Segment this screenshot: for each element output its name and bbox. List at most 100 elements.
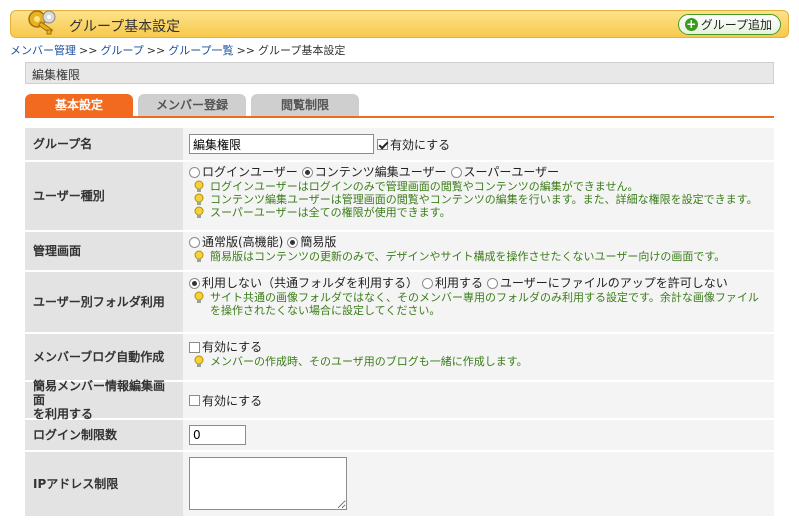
breadcrumb: メンバー管理 >> グループ >> グループ一覧 >> グループ基本設定 xyxy=(10,42,345,58)
simple-member-edit-checkbox[interactable] xyxy=(189,394,200,406)
breadcrumb-separator: >> xyxy=(236,44,255,57)
option-label: スーパーユーザー xyxy=(463,165,560,179)
hint-text: 簡易版はコンテンツの更新のみで、デザインやサイト構成を操作させたくないユーザー向… xyxy=(189,250,770,263)
settings-form: グループ名 有効にする ユーザー種別 ログインユーザー コンテンツ編集ユーザー … xyxy=(25,128,774,518)
tab-member-registration[interactable]: メンバー登録 xyxy=(138,94,246,116)
hint-text: メンバーの作成時、そのユーザ用のブログも一緒に作成します。 xyxy=(189,355,770,368)
login-limit-cell xyxy=(183,420,774,450)
group-name-label: グループ名 xyxy=(25,128,183,160)
lightbulb-icon xyxy=(194,180,204,192)
option-label: ログインユーザー xyxy=(202,165,298,179)
row-admin-screen: 管理画面 通常版(高機能) 簡易版 簡易版はコンテンツの更新のみで、デザインやサ… xyxy=(25,232,774,272)
hint-label: サイト共通の画像フォルダではなく、そのメンバー専用のフォルダのみ利用する設定です… xyxy=(210,291,759,317)
hint-label: 簡易版はコンテンツの更新のみで、デザインやサイト構成を操作させたくないユーザー向… xyxy=(210,250,726,263)
group-enable-checkbox[interactable] xyxy=(377,138,388,150)
lightbulb-icon xyxy=(194,250,204,262)
admin-option-standard[interactable]: 通常版(高機能) xyxy=(189,235,283,250)
add-group-label: グループ追加 xyxy=(700,18,772,32)
add-group-button[interactable]: + グループ追加 xyxy=(677,14,781,35)
row-ip-limit: IPアドレス制限 xyxy=(25,452,774,518)
tab-underline xyxy=(25,116,774,118)
member-blog-line: 有効にする xyxy=(189,340,770,355)
member-blog-toggle[interactable]: 有効にする xyxy=(189,340,262,355)
hint-line: を操作されたくない場合に設定してください。 xyxy=(210,304,441,317)
breadcrumb-current: グループ基本設定 xyxy=(258,44,346,57)
group-name-input[interactable] xyxy=(189,134,374,154)
row-login-limit: ログイン制限数 xyxy=(25,420,774,452)
folder-option-use[interactable]: 利用する xyxy=(422,276,483,291)
row-user-folder: ユーザー別フォルダ利用 利用しない（共通フォルダを利用する） 利用する ユーザー… xyxy=(25,272,774,334)
radio-simple[interactable] xyxy=(287,237,299,248)
admin-screen-options: 通常版(高機能) 簡易版 xyxy=(189,235,770,250)
user-type-cell: ログインユーザー コンテンツ編集ユーザー スーパーユーザー ログインユーザーはロ… xyxy=(183,162,774,230)
login-limit-label: ログイン制限数 xyxy=(25,420,183,450)
check-label: 有効にする xyxy=(202,340,263,354)
radio-content-editor[interactable] xyxy=(301,167,313,178)
tab-view-restriction[interactable]: 閲覧制限 xyxy=(251,94,359,116)
label-line: 簡易メンバー情報編集画面 xyxy=(33,379,166,407)
breadcrumb-group[interactable]: グループ xyxy=(100,44,143,57)
row-simple-member-edit: 簡易メンバー情報編集画面 を利用する 有効にする xyxy=(25,379,774,421)
key-icon xyxy=(28,10,56,35)
member-blog-label: メンバーブログ自動作成 xyxy=(25,334,183,380)
lightbulb-icon xyxy=(194,355,204,367)
hint-text: コンテンツ編集ユーザーは管理画面の閲覧やコンテンツの編集を行います。また、詳細な… xyxy=(189,193,770,206)
section-title: 編集権限 xyxy=(25,62,774,84)
login-limit-input[interactable] xyxy=(189,425,246,445)
admin-screen-label: 管理画面 xyxy=(25,232,183,270)
simple-member-edit-toggle[interactable]: 有効にする xyxy=(189,392,262,409)
radio-standard[interactable] xyxy=(189,237,200,248)
simple-member-edit-cell: 有効にする xyxy=(183,382,774,418)
user-type-option-super[interactable]: スーパーユーザー xyxy=(450,165,560,180)
page-title: グループ基本設定 xyxy=(69,19,181,35)
breadcrumb-separator: >> xyxy=(79,44,98,57)
user-folder-cell: 利用しない（共通フォルダを利用する） 利用する ユーザーにファイルのアップを許可… xyxy=(183,272,774,332)
page-header: グループ基本設定 + グループ追加 xyxy=(10,10,789,38)
user-type-label: ユーザー種別 xyxy=(25,162,183,230)
radio-super-user[interactable] xyxy=(450,167,462,178)
row-user-type: ユーザー種別 ログインユーザー コンテンツ編集ユーザー スーパーユーザー ログイ… xyxy=(25,162,774,232)
hint-label: コンテンツ編集ユーザーは管理画面の閲覧やコンテンツの編集を行います。また、詳細な… xyxy=(210,193,758,206)
member-blog-checkbox[interactable] xyxy=(189,342,200,353)
hint-text: サイト共通の画像フォルダではなく、そのメンバー専用のフォルダのみ利用する設定です… xyxy=(189,291,770,317)
radio-login-user[interactable] xyxy=(189,167,200,178)
user-type-option-login[interactable]: ログインユーザー xyxy=(189,165,298,180)
group-enable-toggle[interactable]: 有効にする xyxy=(377,136,450,153)
radio-folder-none[interactable] xyxy=(189,278,200,289)
admin-screen-cell: 通常版(高機能) 簡易版 簡易版はコンテンツの更新のみで、デザインやサイト構成を… xyxy=(183,232,774,270)
member-blog-cell: 有効にする メンバーの作成時、そのユーザ用のブログも一緒に作成します。 xyxy=(183,334,774,380)
user-type-options: ログインユーザー コンテンツ編集ユーザー スーパーユーザー xyxy=(189,165,770,180)
radio-folder-use[interactable] xyxy=(422,278,434,289)
hint-label: ログインユーザーはログインのみで管理画面の閲覧やコンテンツの編集ができません。 xyxy=(210,180,639,193)
breadcrumb-group-list[interactable]: グループ一覧 xyxy=(168,44,233,57)
row-member-blog: メンバーブログ自動作成 有効にする メンバーの作成時、そのユーザ用のブログも一緒… xyxy=(25,334,774,382)
ip-limit-textarea[interactable] xyxy=(189,457,347,510)
folder-option-no-upload[interactable]: ユーザーにファイルのアップを許可しない xyxy=(487,276,728,291)
option-label: 通常版(高機能) xyxy=(202,235,284,249)
ip-limit-label: IPアドレス制限 xyxy=(25,452,183,516)
hint-label: メンバーの作成時、そのユーザ用のブログも一緒に作成します。 xyxy=(210,355,528,368)
radio-folder-no-upload[interactable] xyxy=(487,278,499,289)
hint-text: スーパーユーザーは全ての権限が使用できます。 xyxy=(189,206,770,219)
hint-label: スーパーユーザーは全ての権限が使用できます。 xyxy=(210,206,451,219)
option-label: 利用する xyxy=(435,276,484,290)
hint-text: ログインユーザーはログインのみで管理画面の閲覧やコンテンツの編集ができません。 xyxy=(189,180,770,193)
lightbulb-icon xyxy=(194,193,204,205)
plus-icon: + xyxy=(684,17,698,31)
row-group-name: グループ名 有効にする xyxy=(25,128,774,162)
lightbulb-icon xyxy=(194,291,204,303)
admin-option-simple[interactable]: 簡易版 xyxy=(287,235,336,250)
group-name-cell: 有効にする xyxy=(183,128,774,160)
user-folder-label: ユーザー別フォルダ利用 xyxy=(25,272,183,332)
tab-basic-settings[interactable]: 基本設定 xyxy=(25,94,133,116)
folder-option-shared[interactable]: 利用しない（共通フォルダを利用する） xyxy=(189,276,418,291)
user-folder-options: 利用しない（共通フォルダを利用する） 利用する ユーザーにファイルのアップを許可… xyxy=(189,276,770,291)
ip-limit-cell xyxy=(183,452,774,516)
simple-member-edit-label: 簡易メンバー情報編集画面 を利用する xyxy=(25,379,183,421)
user-type-option-editor[interactable]: コンテンツ編集ユーザー xyxy=(301,165,447,180)
breadcrumb-separator: >> xyxy=(146,44,166,57)
breadcrumb-member-admin[interactable]: メンバー管理 xyxy=(10,44,76,57)
label-line: を利用する xyxy=(33,407,94,421)
check-label: 有効にする xyxy=(202,393,263,408)
group-enable-label: 有効にする xyxy=(390,137,451,152)
